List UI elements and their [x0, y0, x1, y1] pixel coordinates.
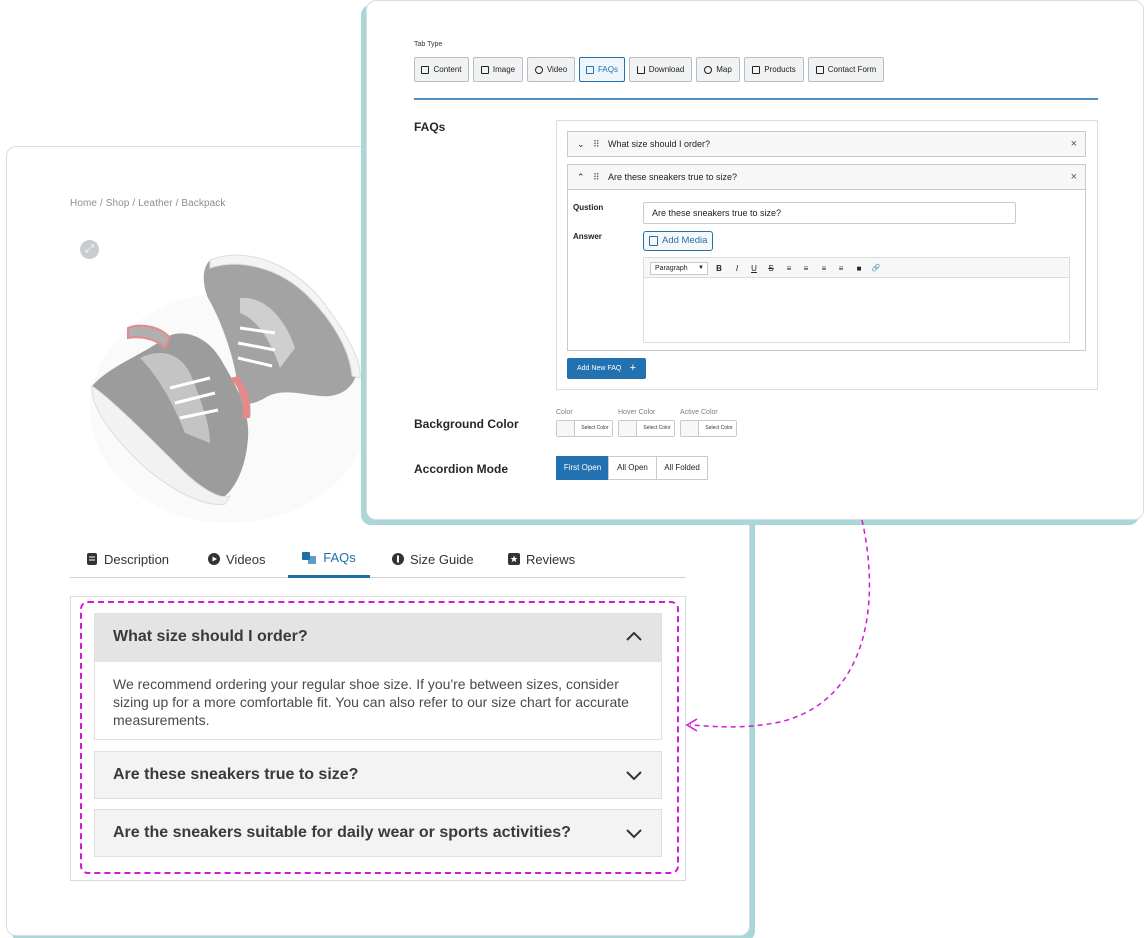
tab-type-image-button[interactable]: Image — [473, 57, 523, 82]
select-color-label: Select Color — [705, 425, 733, 431]
format-select-value: Paragraph — [655, 265, 688, 272]
divider — [414, 98, 1098, 100]
tab-label: Size Guide — [410, 551, 474, 567]
italic-button[interactable]: I — [732, 262, 742, 275]
image-icon — [480, 65, 489, 74]
active-color-picker[interactable]: Select Color — [680, 420, 737, 437]
tab-type-map-button[interactable]: Map — [696, 57, 740, 82]
button-label: FAQs — [597, 65, 618, 74]
select-color-label: Select Color — [581, 425, 609, 431]
add-new-faq-button[interactable]: Add New FAQ + — [567, 358, 646, 379]
mode-first-open-button[interactable]: First Open — [556, 456, 609, 480]
question-label: Qustion — [573, 203, 604, 212]
format-select[interactable]: Paragraph ▼ — [650, 262, 708, 275]
product-tabs: Description Videos FAQs Size Guide Revie… — [70, 540, 686, 578]
product-image[interactable] — [80, 238, 370, 523]
zoom-icon[interactable]: ⤢ — [80, 240, 99, 259]
button-label: Map — [716, 65, 732, 74]
color-swatch — [619, 421, 637, 436]
faq-row-title: Are these sneakers true to size? — [608, 172, 738, 182]
color-label: Color — [556, 409, 573, 416]
align-left-button[interactable]: ≡ — [801, 262, 811, 275]
content-icon — [421, 65, 430, 74]
info-icon — [392, 553, 404, 565]
video-icon — [534, 65, 543, 74]
button-label: Image — [492, 65, 516, 74]
mode-all-open-button[interactable]: All Open — [608, 456, 657, 480]
tab-faqs[interactable]: FAQs — [288, 540, 370, 578]
tab-type-faqs-button[interactable]: FAQs — [579, 57, 625, 82]
mode-all-folded-button[interactable]: All Folded — [656, 456, 708, 480]
align-center-button[interactable]: ≡ — [784, 262, 794, 275]
button-label: Contact Form — [827, 65, 877, 74]
faqs-section-label: FAQs — [414, 120, 446, 134]
strikethrough-button[interactable]: S — [766, 262, 776, 275]
answer-label: Answer — [573, 232, 602, 241]
map-pin-icon — [704, 65, 713, 74]
tab-label: FAQs — [323, 550, 356, 565]
button-label: Content — [433, 65, 462, 74]
color-picker[interactable]: Select Color — [556, 420, 613, 437]
dropdown-arrow-icon: ▼ — [698, 265, 704, 271]
drag-handle-icon[interactable]: ⠿ — [593, 132, 600, 156]
select-color-label: Select Color — [643, 425, 671, 431]
align-right-button[interactable]: ≡ — [819, 262, 829, 275]
button-label: Products — [764, 65, 796, 74]
block-button[interactable]: ■ — [854, 262, 864, 275]
shirt-icon — [752, 65, 761, 74]
faq-icon — [302, 551, 317, 564]
accordion-mode-label: Accordion Mode — [414, 462, 509, 476]
underline-button[interactable]: U — [749, 262, 759, 275]
link-icon[interactable]: 🔗 — [871, 262, 881, 275]
bold-button[interactable]: B — [714, 262, 724, 275]
background-color-label: Background Color — [414, 417, 519, 431]
media-icon — [649, 236, 658, 246]
breadcrumb[interactable]: Home / Shop / Leather / Backpack — [70, 198, 226, 209]
color-swatch — [557, 421, 575, 436]
close-icon[interactable]: × — [1071, 132, 1077, 156]
plus-icon: + — [629, 362, 636, 374]
download-icon — [636, 65, 645, 74]
faq-row-title: What size should I order? — [608, 139, 711, 149]
drag-handle-icon[interactable]: ⠿ — [593, 165, 600, 189]
tab-label: Reviews — [526, 551, 576, 567]
color-swatch — [681, 421, 699, 436]
faq-icon — [585, 65, 594, 74]
document-icon — [86, 553, 98, 565]
tab-size-guide[interactable]: Size Guide — [392, 540, 474, 578]
form-icon — [815, 65, 824, 74]
tab-type-contact-form-button[interactable]: Contact Form — [808, 57, 884, 82]
active-color-label: Active Color — [680, 409, 718, 416]
tab-type-download-button[interactable]: Download — [629, 57, 692, 82]
chevron-down-icon[interactable]: ⌄ — [577, 132, 585, 156]
tab-label: Description — [104, 551, 170, 567]
close-icon[interactable]: × — [1071, 165, 1077, 189]
tab-type-products-button[interactable]: Products — [744, 57, 804, 82]
button-label: Add New FAQ — [577, 365, 622, 372]
tab-type-video-button[interactable]: Video — [527, 57, 575, 82]
hover-color-label: Hover Color — [618, 409, 656, 416]
star-icon — [508, 553, 520, 565]
tab-videos[interactable]: Videos — [208, 540, 266, 578]
tab-type-content-button[interactable]: Content — [414, 57, 469, 82]
tab-reviews[interactable]: Reviews — [508, 540, 575, 578]
faq-repeater-row[interactable]: ⌃ ⠿ Are these sneakers true to size? × — [567, 164, 1086, 190]
highlight-frame — [80, 601, 679, 874]
button-label: Add Media — [662, 235, 708, 246]
hover-color-picker[interactable]: Select Color — [618, 420, 675, 437]
chevron-up-icon[interactable]: ⌃ — [577, 165, 585, 189]
faq-repeater-row[interactable]: ⌄ ⠿ What size should I order? × — [567, 131, 1086, 157]
play-icon — [208, 553, 220, 565]
question-input[interactable]: Are these sneakers true to size? — [643, 202, 1016, 224]
button-label: Video — [546, 65, 568, 74]
tab-description[interactable]: Description — [86, 540, 169, 578]
tab-type-label: Tab Type — [414, 41, 443, 48]
tab-label: Videos — [226, 551, 266, 567]
justify-button[interactable]: ≡ — [836, 262, 846, 275]
button-label: Download — [648, 65, 685, 74]
add-media-button[interactable]: Add Media — [643, 231, 713, 251]
